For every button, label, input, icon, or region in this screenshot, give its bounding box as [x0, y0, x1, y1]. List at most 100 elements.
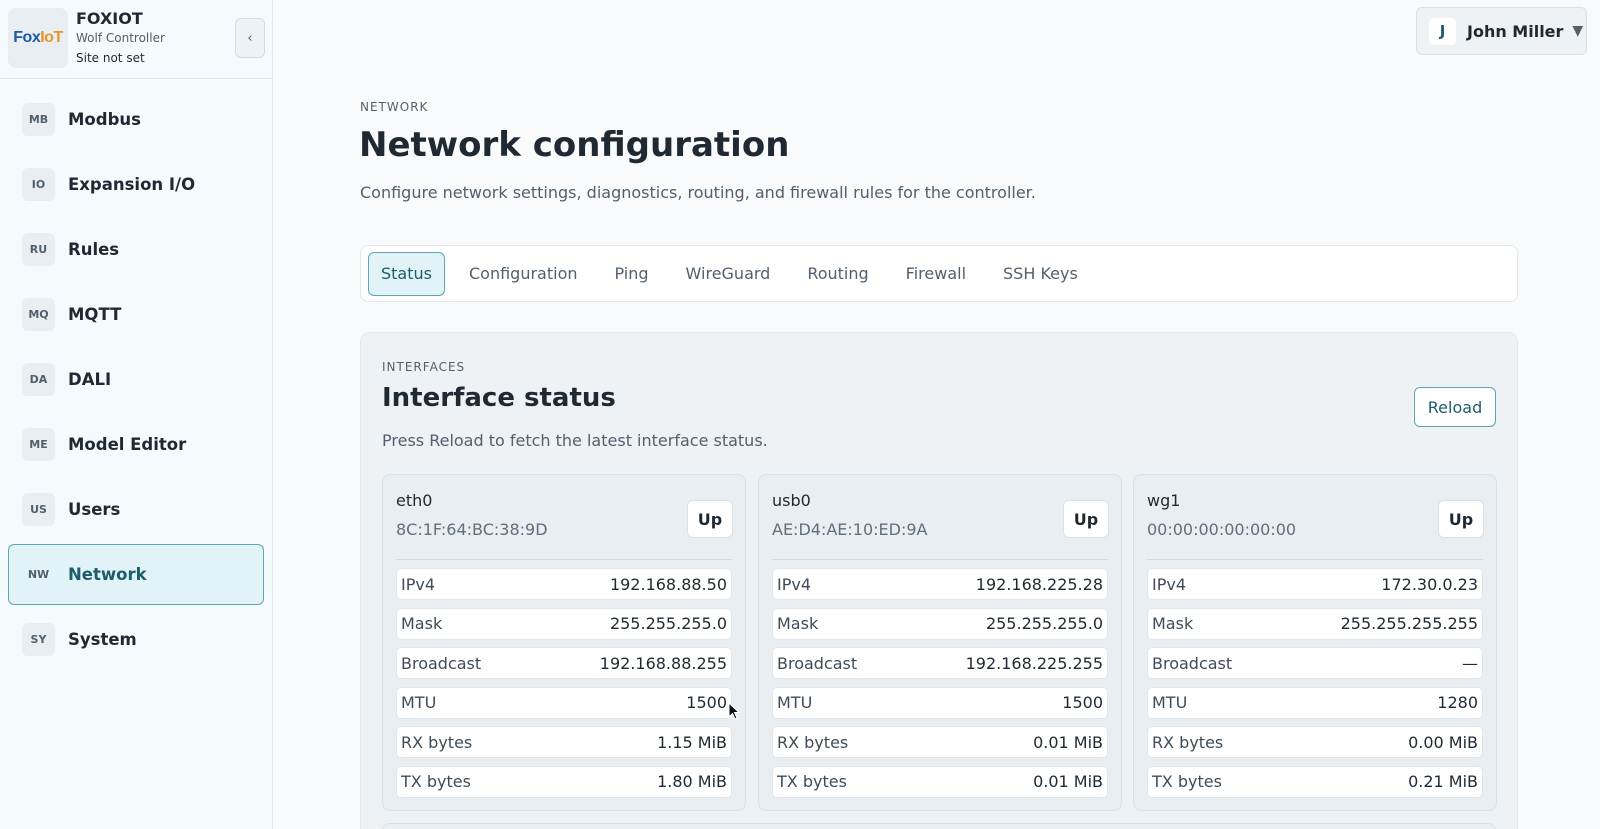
row-value: 192.168.225.255 — [965, 653, 1103, 673]
interface-card-eth0: eth0 8C:1F:64:BC:38:9D Up IPv4 192.168.88… — [382, 474, 746, 811]
reload-button[interactable]: Reload — [1414, 387, 1496, 427]
tab-ping[interactable]: Ping — [602, 252, 662, 296]
table-row: RX bytes 0.01 MiB — [772, 726, 1108, 758]
table-row: IPv4 192.168.88.50 — [396, 568, 732, 600]
sidebar-item-abbr: ME — [22, 428, 55, 461]
interface-mac: 8C:1F:64:BC:38:9D — [396, 520, 548, 539]
row-value: 192.168.88.50 — [609, 574, 727, 594]
tab-bar: Status Configuration Ping WireGuard Rout… — [360, 245, 1518, 302]
table-row: Broadcast 192.168.225.255 — [772, 647, 1108, 679]
row-value: 1280 — [1437, 693, 1478, 712]
interface-card-wg1: wg1 00:00:00:00:00:00 Up IPv4 172.30.0.23… — [1133, 474, 1497, 811]
tab-status[interactable]: Status — [368, 251, 445, 296]
tab-ssh-keys[interactable]: SSH Keys — [990, 252, 1091, 296]
sidebar-item-users[interactable]: US Users — [8, 479, 264, 540]
table-row: MTU 1500 — [772, 686, 1108, 719]
sidebar-item-label: Network — [68, 565, 147, 584]
table-row: Broadcast — — [1147, 647, 1483, 679]
sidebar-item-model-editor[interactable]: ME Model Editor — [8, 414, 264, 475]
sidebar-item-label: System — [68, 630, 137, 649]
interface-mac: AE:D4:AE:10:ED:9A — [772, 520, 928, 539]
next-section-card — [382, 823, 1496, 829]
page-eyebrow: NETWORK — [360, 100, 429, 114]
sidebar-item-system[interactable]: SY System — [8, 609, 264, 670]
row-value: 192.168.225.28 — [975, 574, 1103, 594]
divider — [772, 559, 1108, 560]
interface-name: wg1 — [1147, 491, 1181, 510]
sidebar-item-abbr: RU — [22, 233, 55, 266]
sidebar-item-label: Rules — [68, 240, 120, 259]
row-key: TX bytes — [401, 772, 471, 791]
sidebar-item-abbr: SY — [22, 623, 55, 656]
table-row: RX bytes 0.00 MiB — [1147, 726, 1483, 758]
interface-rows: IPv4 172.30.0.23 Mask 255.255.255.255 Broa… — [1147, 568, 1483, 805]
sidebar-item-dali[interactable]: DA DALI — [8, 349, 264, 410]
table-row: Mask 255.255.255.0 — [772, 607, 1108, 640]
logo-text-iot: IoT — [40, 29, 63, 46]
brand-subtitle: Wolf Controller — [76, 31, 165, 45]
row-key: Broadcast — [1152, 653, 1233, 673]
sidebar-item-abbr: US — [22, 493, 55, 526]
sidebar-item-mqtt[interactable]: MQ MQTT — [8, 284, 264, 345]
table-row: Mask 255.255.255.255 — [1147, 607, 1483, 640]
sidebar-item-label: Expansion I/O — [68, 175, 196, 194]
tab-wireguard[interactable]: WireGuard — [673, 252, 784, 296]
interface-mac: 00:00:00:00:00:00 — [1147, 520, 1297, 539]
sidebar-item-rules[interactable]: RU Rules — [8, 219, 264, 280]
interface-name: usb0 — [772, 491, 811, 510]
table-row: IPv4 192.168.225.28 — [772, 568, 1108, 600]
caret-down-icon: ▼ — [1572, 23, 1584, 39]
sidebar-item-modbus[interactable]: MB Modbus — [8, 89, 264, 150]
table-row: TX bytes 1.80 MiB — [396, 765, 732, 798]
row-key: RX bytes — [1152, 732, 1224, 752]
interface-name: eth0 — [396, 491, 433, 510]
row-value: 0.00 MiB — [1408, 732, 1478, 752]
sidebar: Fox IoT FOXIOT Wolf Controller Site not s… — [0, 0, 273, 829]
row-key: TX bytes — [777, 772, 847, 791]
row-value: 255.255.255.0 — [609, 614, 727, 633]
sidebar-item-network[interactable]: NW Network — [8, 544, 264, 605]
row-key: RX bytes — [401, 732, 473, 752]
sidebar-item-abbr: IO — [22, 168, 55, 201]
tab-routing[interactable]: Routing — [794, 252, 881, 296]
table-row: MTU 1280 — [1147, 686, 1483, 719]
row-value: 1.80 MiB — [657, 772, 727, 791]
tab-firewall[interactable]: Firewall — [893, 252, 979, 296]
row-key: IPv4 — [777, 574, 812, 594]
brand-name: FOXIOT — [76, 9, 143, 28]
table-row: TX bytes 0.21 MiB — [1147, 765, 1483, 798]
mouse-cursor-icon — [728, 702, 740, 720]
panel-eyebrow: INTERFACES — [382, 360, 466, 374]
row-value: 1500 — [1062, 693, 1103, 712]
row-key: IPv4 — [1152, 574, 1187, 594]
sidebar-item-abbr: MB — [22, 103, 55, 136]
interface-rows: IPv4 192.168.225.28 Mask 255.255.255.0 Bro… — [772, 568, 1108, 805]
avatar: J — [1429, 17, 1456, 45]
sidebar-item-label: Modbus — [68, 110, 141, 129]
status-badge: Up — [687, 500, 733, 538]
sidebar-item-expansion-io[interactable]: IO Expansion I/O — [8, 154, 264, 215]
table-row: TX bytes 0.01 MiB — [772, 765, 1108, 798]
row-key: Mask — [1152, 614, 1194, 633]
row-key: MTU — [777, 693, 813, 712]
sidebar-item-abbr: DA — [22, 363, 55, 396]
sidebar-item-label: Model Editor — [68, 435, 187, 454]
divider — [1147, 559, 1483, 560]
panel-title: Interface status — [382, 383, 616, 413]
sidebar-item-label: Users — [68, 500, 121, 519]
table-row: IPv4 172.30.0.23 — [1147, 568, 1483, 600]
user-menu-button[interactable]: J John Miller ▼ — [1416, 7, 1587, 55]
row-value: — — [1462, 653, 1478, 673]
table-row: Broadcast 192.168.88.255 — [396, 647, 732, 679]
status-badge: Up — [1438, 500, 1484, 538]
row-key: Broadcast — [401, 653, 482, 673]
tab-configuration[interactable]: Configuration — [456, 252, 591, 296]
sidebar-nav: MB Modbus IO Expansion I/O RU Rules MQ M… — [0, 79, 272, 670]
foxiot-logo: Fox IoT — [8, 8, 68, 68]
row-key: IPv4 — [401, 574, 436, 594]
collapse-sidebar-button[interactable]: ‹ — [235, 18, 265, 58]
row-key: RX bytes — [777, 732, 849, 752]
user-name: John Miller — [1467, 21, 1564, 41]
page-description: Configure network settings, diagnostics,… — [360, 183, 1036, 202]
chevron-left-icon: ‹ — [247, 30, 253, 46]
